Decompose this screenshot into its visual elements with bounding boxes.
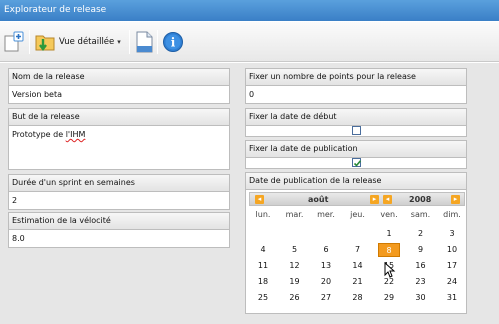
calendar-day[interactable]: 31 [441, 291, 463, 305]
pub-date-label: Fixer la date de publication [245, 140, 467, 158]
prev-month-button[interactable]: ◂ [255, 195, 264, 204]
velocity-input[interactable]: 8.0 [8, 230, 230, 248]
toolbar-separator [157, 30, 158, 54]
points-label: Fixer un nombre de points pour la releas… [245, 68, 467, 86]
start-date-label: Fixer la date de début [245, 108, 467, 126]
checkmark-icon [353, 160, 362, 167]
velocity-label: Estimation de la vélocité [8, 212, 230, 230]
calendar-day[interactable]: 3 [441, 227, 463, 241]
calendar-year: 2008 [409, 195, 432, 204]
pub-date-checkbox[interactable] [352, 158, 362, 167]
calendar-day[interactable]: 24 [441, 275, 463, 289]
misspelled-word: l'IHM [65, 130, 86, 139]
calendar-day[interactable]: 23 [410, 275, 432, 289]
new-document-plus-icon [4, 31, 24, 53]
calendar-weekday: jeu. [350, 210, 365, 219]
calendar-day[interactable]: 7 [347, 243, 369, 257]
calendar-day[interactable]: 20 [315, 275, 337, 289]
calendar-day[interactable]: 4 [252, 243, 274, 257]
calendar-weekday: sam. [410, 210, 431, 219]
view-folder-icon [34, 30, 56, 54]
start-date-checkbox[interactable] [352, 126, 361, 135]
new-document-button[interactable] [4, 28, 24, 56]
prev-year-button[interactable]: ◂ [383, 195, 392, 204]
view-mode-dropdown[interactable]: Vue détaillée ▾ [34, 28, 121, 56]
info-glyph: i [171, 36, 176, 50]
calendar-day[interactable]: 21 [347, 275, 369, 289]
calendar-day[interactable]: 29 [378, 291, 400, 305]
calendar-weekday: mer. [317, 210, 335, 219]
calendar-day[interactable]: 5 [284, 243, 306, 257]
view-mode-label: Vue détaillée [59, 37, 115, 47]
calendar-day[interactable]: 16 [410, 259, 432, 273]
page-button[interactable] [135, 28, 153, 56]
calendar-day[interactable]: 28 [347, 291, 369, 305]
calendar-weekday: dim. [443, 210, 461, 219]
window-title: Explorateur de release [4, 5, 107, 15]
calendar-day[interactable]: 6 [315, 243, 337, 257]
calendar-day-selected[interactable]: 8 [378, 243, 400, 257]
info-icon: i [162, 31, 184, 53]
release-goal-label: But de la release [8, 108, 230, 126]
calendar-day[interactable]: 18 [252, 275, 274, 289]
calendar-weekday: mar. [285, 210, 304, 219]
calendar-day[interactable]: 10 [441, 243, 463, 257]
sprint-duration-input[interactable]: 2 [8, 192, 230, 210]
mouse-cursor-icon [384, 262, 396, 278]
calendar-day[interactable]: 12 [284, 259, 306, 273]
release-goal-text: Prototype de [12, 130, 66, 139]
toolbar-separator [129, 30, 130, 54]
points-input[interactable]: 0 [245, 86, 467, 104]
calendar-day[interactable]: 11 [252, 259, 274, 273]
calendar-day[interactable]: 26 [284, 291, 306, 305]
toolbar-separator [29, 30, 30, 54]
calendar-day[interactable]: 13 [315, 259, 337, 273]
chevron-down-icon: ▾ [117, 38, 121, 46]
calendar-day[interactable]: 30 [410, 291, 432, 305]
document-page-icon [135, 31, 153, 53]
calendar-month: août [308, 195, 329, 204]
calendar-day[interactable]: 2 [410, 227, 432, 241]
sprint-duration-label: Durée d'un sprint en semaines [8, 174, 230, 192]
next-month-button[interactable]: ▸ [370, 195, 379, 204]
calendar-day[interactable]: 1 [378, 227, 400, 241]
next-year-button[interactable]: ▸ [451, 195, 460, 204]
pub-date-calendar: ◂ août ▸ ◂ 2008 ▸ lun. mar. mer. jeu. ven. sa… [245, 190, 467, 314]
calendar-weekday: lun. [255, 210, 271, 219]
calendar-day[interactable]: 25 [252, 291, 274, 305]
pub-calendar-label: Date de publication de la release [245, 172, 467, 190]
calendar-day[interactable]: 19 [284, 275, 306, 289]
calendar-day[interactable]: 14 [347, 259, 369, 273]
calendar-day[interactable]: 9 [410, 243, 432, 257]
window-titlebar: Explorateur de release [0, 0, 499, 21]
release-name-label: Nom de la release [8, 68, 230, 86]
calendar-weekday: ven. [380, 210, 398, 219]
calendar-day[interactable]: 27 [315, 291, 337, 305]
release-name-input[interactable]: Version beta [8, 86, 230, 104]
info-button[interactable]: i [162, 28, 184, 56]
calendar-day[interactable]: 17 [441, 259, 463, 273]
release-goal-textarea[interactable]: Prototype de l'IHM [8, 126, 230, 170]
toolbar: Vue détaillée ▾ i [0, 22, 499, 62]
calendar-header: ◂ août ▸ ◂ 2008 ▸ [249, 192, 465, 206]
